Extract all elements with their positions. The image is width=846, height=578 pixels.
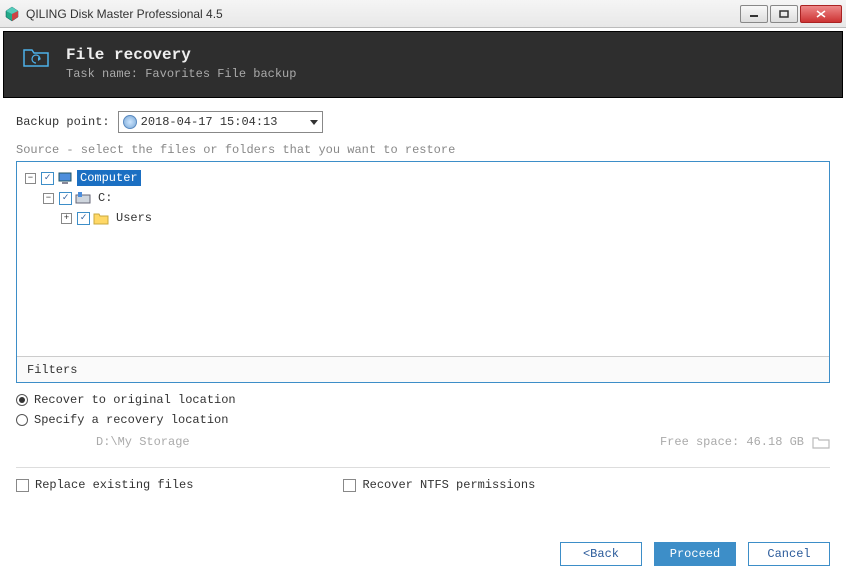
task-label: Task name: <box>66 67 138 81</box>
checkbox-ntfs[interactable] <box>343 479 356 492</box>
window-title: QILING Disk Master Professional 4.5 <box>26 7 740 21</box>
cancel-button[interactable]: Cancel <box>748 542 830 566</box>
radio-specify-label: Specify a recovery location <box>34 413 228 427</box>
tree-label-computer: Computer <box>77 170 141 186</box>
radio-specify[interactable] <box>16 414 28 426</box>
browse-folder-icon[interactable] <box>812 435 830 449</box>
backup-point-value: 2018-04-17 15:04:13 <box>141 115 278 129</box>
recover-ntfs-check[interactable]: Recover NTFS permissions <box>343 478 535 492</box>
back-button[interactable]: <Back <box>560 542 642 566</box>
source-tree: − ✓ Computer − ✓ C: + ✓ <box>17 162 829 234</box>
minimize-button[interactable] <box>740 5 768 23</box>
tree-row-computer[interactable]: − ✓ Computer <box>25 168 821 188</box>
folder-recovery-icon <box>22 46 50 68</box>
expander-icon[interactable]: − <box>43 193 54 204</box>
free-space: Free space: 46.18 GB <box>660 435 804 449</box>
source-tree-box: − ✓ Computer − ✓ C: + ✓ <box>16 161 830 383</box>
tree-label-drive: C: <box>95 190 115 206</box>
expander-icon[interactable]: − <box>25 173 36 184</box>
folder-icon <box>93 211 109 225</box>
filters-label: Filters <box>27 363 77 377</box>
page-title: File recovery <box>66 46 296 64</box>
content-area: Backup point: 2018-04-17 15:04:13 Source… <box>0 101 846 502</box>
disk-icon <box>75 191 91 205</box>
options-row: Replace existing files Recover NTFS perm… <box>16 478 830 492</box>
proceed-button[interactable]: Proceed <box>654 542 736 566</box>
maximize-button[interactable] <box>770 5 798 23</box>
radio-original-row[interactable]: Recover to original location <box>16 393 830 407</box>
tree-row-drive[interactable]: − ✓ C: <box>25 188 821 208</box>
expander-icon[interactable]: + <box>61 213 72 224</box>
source-label: Source - select the files or folders tha… <box>16 143 830 157</box>
backup-point-label: Backup point: <box>16 115 110 129</box>
task-name-row: Task name: Favorites File backup <box>66 67 296 81</box>
chevron-down-icon <box>310 120 318 125</box>
checkbox-drive[interactable]: ✓ <box>59 192 72 205</box>
recovery-path-row: D:\My Storage Free space: 46.18 GB <box>16 435 830 449</box>
checkbox-replace[interactable] <box>16 479 29 492</box>
ntfs-label: Recover NTFS permissions <box>362 478 535 492</box>
radio-original-label: Recover to original location <box>34 393 236 407</box>
close-button[interactable] <box>800 5 842 23</box>
checkbox-computer[interactable]: ✓ <box>41 172 54 185</box>
filters-bar[interactable]: Filters <box>17 356 829 382</box>
replace-existing-check[interactable]: Replace existing files <box>16 478 193 492</box>
radio-specify-row[interactable]: Specify a recovery location <box>16 413 830 427</box>
app-icon <box>4 6 20 22</box>
window-controls <box>740 5 842 23</box>
task-name: Favorites File backup <box>145 67 296 81</box>
computer-icon <box>57 171 73 185</box>
divider <box>16 467 830 468</box>
backup-point-row: Backup point: 2018-04-17 15:04:13 <box>16 111 830 133</box>
backup-point-icon <box>123 115 137 129</box>
radio-original[interactable] <box>16 394 28 406</box>
page-header: File recovery Task name: Favorites File … <box>3 31 843 98</box>
tree-label-users: Users <box>113 210 155 226</box>
checkbox-users[interactable]: ✓ <box>77 212 90 225</box>
backup-point-dropdown[interactable]: 2018-04-17 15:04:13 <box>118 111 323 133</box>
button-row: <Back Proceed Cancel <box>560 542 830 566</box>
tree-row-users[interactable]: + ✓ Users <box>25 208 821 228</box>
replace-label: Replace existing files <box>35 478 193 492</box>
titlebar: QILING Disk Master Professional 4.5 <box>0 0 846 28</box>
recovery-path: D:\My Storage <box>96 435 190 449</box>
